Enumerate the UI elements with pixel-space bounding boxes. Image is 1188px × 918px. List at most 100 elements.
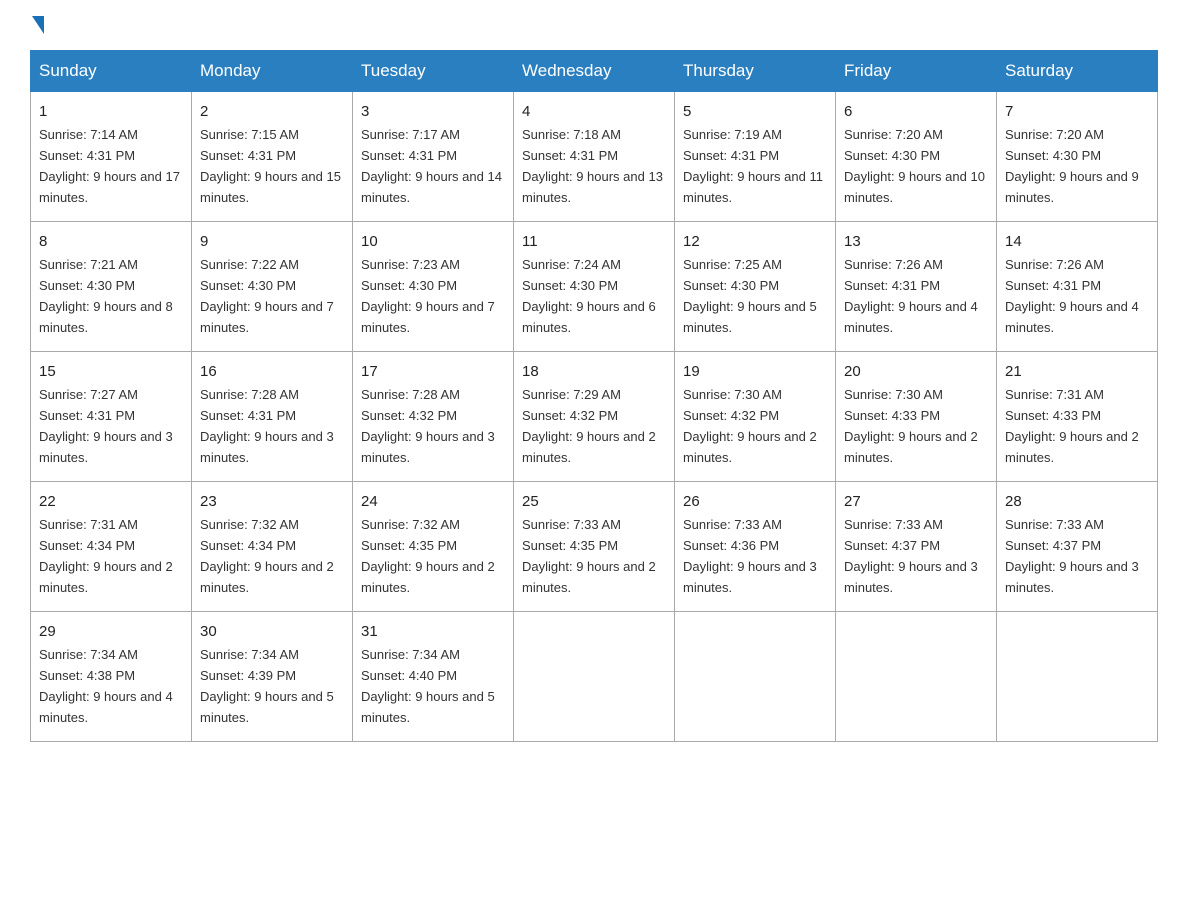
- col-header-tuesday: Tuesday: [353, 51, 514, 92]
- day-info: Sunrise: 7:30 AMSunset: 4:33 PMDaylight:…: [844, 387, 978, 465]
- day-number: 27: [844, 490, 988, 513]
- day-info: Sunrise: 7:19 AMSunset: 4:31 PMDaylight:…: [683, 127, 823, 205]
- day-number: 7: [1005, 100, 1149, 123]
- day-number: 18: [522, 360, 666, 383]
- day-info: Sunrise: 7:34 AMSunset: 4:40 PMDaylight:…: [361, 647, 495, 725]
- day-number: 19: [683, 360, 827, 383]
- calendar-cell-20: 20 Sunrise: 7:30 AMSunset: 4:33 PMDayligh…: [836, 351, 997, 481]
- calendar-cell-15: 15 Sunrise: 7:27 AMSunset: 4:31 PMDayligh…: [31, 351, 192, 481]
- day-number: 24: [361, 490, 505, 513]
- col-header-wednesday: Wednesday: [514, 51, 675, 92]
- calendar-cell-10: 10Sunrise: 7:23 AMSunset: 4:30 PMDayligh…: [353, 221, 514, 351]
- col-header-saturday: Saturday: [997, 51, 1158, 92]
- day-info: Sunrise: 7:34 AMSunset: 4:39 PMDaylight:…: [200, 647, 334, 725]
- empty-cell: [997, 611, 1158, 741]
- calendar-cell-27: 27 Sunrise: 7:33 AMSunset: 4:37 PMDayligh…: [836, 481, 997, 611]
- day-number: 15: [39, 360, 183, 383]
- calendar-cell-2: 2Sunrise: 7:15 AMSunset: 4:31 PMDaylight…: [192, 92, 353, 222]
- day-info: Sunrise: 7:33 AMSunset: 4:35 PMDaylight:…: [522, 517, 656, 595]
- calendar-cell-12: 12 Sunrise: 7:25 AMSunset: 4:30 PMDayligh…: [675, 221, 836, 351]
- day-number: 4: [522, 100, 666, 123]
- day-info: Sunrise: 7:22 AMSunset: 4:30 PMDaylight:…: [200, 257, 334, 335]
- col-header-friday: Friday: [836, 51, 997, 92]
- calendar-cell-8: 8 Sunrise: 7:21 AMSunset: 4:30 PMDaylight…: [31, 221, 192, 351]
- day-info: Sunrise: 7:26 AMSunset: 4:31 PMDaylight:…: [844, 257, 978, 335]
- empty-cell: [836, 611, 997, 741]
- day-number: 8: [39, 230, 183, 253]
- calendar-cell-24: 24 Sunrise: 7:32 AMSunset: 4:35 PMDayligh…: [353, 481, 514, 611]
- day-number: 6: [844, 100, 988, 123]
- calendar-table: SundayMondayTuesdayWednesdayThursdayFrid…: [30, 50, 1158, 742]
- calendar-cell-19: 19 Sunrise: 7:30 AMSunset: 4:32 PMDayligh…: [675, 351, 836, 481]
- day-info: Sunrise: 7:26 AMSunset: 4:31 PMDaylight:…: [1005, 257, 1139, 335]
- calendar-cell-25: 25 Sunrise: 7:33 AMSunset: 4:35 PMDayligh…: [514, 481, 675, 611]
- calendar-cell-31: 31 Sunrise: 7:34 AMSunset: 4:40 PMDayligh…: [353, 611, 514, 741]
- day-number: 5: [683, 100, 827, 123]
- calendar-cell-29: 29 Sunrise: 7:34 AMSunset: 4:38 PMDayligh…: [31, 611, 192, 741]
- day-info: Sunrise: 7:28 AMSunset: 4:31 PMDaylight:…: [200, 387, 334, 465]
- day-info: Sunrise: 7:31 AMSunset: 4:34 PMDaylight:…: [39, 517, 173, 595]
- day-info: Sunrise: 7:24 AMSunset: 4:30 PMDaylight:…: [522, 257, 656, 335]
- day-info: Sunrise: 7:18 AMSunset: 4:31 PMDaylight:…: [522, 127, 663, 205]
- day-info: Sunrise: 7:33 AMSunset: 4:37 PMDaylight:…: [1005, 517, 1139, 595]
- calendar-cell-23: 23Sunrise: 7:32 AMSunset: 4:34 PMDayligh…: [192, 481, 353, 611]
- page-header: [30, 20, 1158, 30]
- day-number: 31: [361, 620, 505, 643]
- calendar-cell-30: 30 Sunrise: 7:34 AMSunset: 4:39 PMDayligh…: [192, 611, 353, 741]
- day-number: 25: [522, 490, 666, 513]
- calendar-cell-7: 7 Sunrise: 7:20 AMSunset: 4:30 PMDaylight…: [997, 92, 1158, 222]
- day-info: Sunrise: 7:25 AMSunset: 4:30 PMDaylight:…: [683, 257, 817, 335]
- calendar-cell-3: 3 Sunrise: 7:17 AMSunset: 4:31 PMDaylight…: [353, 92, 514, 222]
- calendar-cell-14: 14 Sunrise: 7:26 AMSunset: 4:31 PMDayligh…: [997, 221, 1158, 351]
- calendar-cell-17: 17Sunrise: 7:28 AMSunset: 4:32 PMDayligh…: [353, 351, 514, 481]
- day-info: Sunrise: 7:29 AMSunset: 4:32 PMDaylight:…: [522, 387, 656, 465]
- day-info: Sunrise: 7:32 AMSunset: 4:34 PMDaylight:…: [200, 517, 334, 595]
- day-info: Sunrise: 7:20 AMSunset: 4:30 PMDaylight:…: [844, 127, 985, 205]
- day-number: 30: [200, 620, 344, 643]
- day-info: Sunrise: 7:21 AMSunset: 4:30 PMDaylight:…: [39, 257, 173, 335]
- day-number: 16: [200, 360, 344, 383]
- calendar-cell-11: 11 Sunrise: 7:24 AMSunset: 4:30 PMDayligh…: [514, 221, 675, 351]
- day-info: Sunrise: 7:20 AMSunset: 4:30 PMDaylight:…: [1005, 127, 1139, 205]
- day-info: Sunrise: 7:32 AMSunset: 4:35 PMDaylight:…: [361, 517, 495, 595]
- calendar-cell-13: 13 Sunrise: 7:26 AMSunset: 4:31 PMDayligh…: [836, 221, 997, 351]
- day-number: 1: [39, 100, 183, 123]
- day-number: 20: [844, 360, 988, 383]
- col-header-sunday: Sunday: [31, 51, 192, 92]
- day-number: 14: [1005, 230, 1149, 253]
- day-info: Sunrise: 7:34 AMSunset: 4:38 PMDaylight:…: [39, 647, 173, 725]
- empty-cell: [675, 611, 836, 741]
- calendar-cell-6: 6 Sunrise: 7:20 AMSunset: 4:30 PMDaylight…: [836, 92, 997, 222]
- day-number: 21: [1005, 360, 1149, 383]
- day-number: 13: [844, 230, 988, 253]
- calendar-cell-4: 4 Sunrise: 7:18 AMSunset: 4:31 PMDaylight…: [514, 92, 675, 222]
- calendar-cell-16: 16 Sunrise: 7:28 AMSunset: 4:31 PMDayligh…: [192, 351, 353, 481]
- day-info: Sunrise: 7:17 AMSunset: 4:31 PMDaylight:…: [361, 127, 502, 205]
- day-info: Sunrise: 7:31 AMSunset: 4:33 PMDaylight:…: [1005, 387, 1139, 465]
- day-info: Sunrise: 7:23 AMSunset: 4:30 PMDaylight:…: [361, 257, 495, 335]
- day-number: 28: [1005, 490, 1149, 513]
- day-number: 26: [683, 490, 827, 513]
- day-info: Sunrise: 7:33 AMSunset: 4:36 PMDaylight:…: [683, 517, 817, 595]
- logo: [30, 20, 44, 30]
- day-number: 9: [200, 230, 344, 253]
- day-number: 22: [39, 490, 183, 513]
- day-number: 2: [200, 100, 344, 123]
- col-header-thursday: Thursday: [675, 51, 836, 92]
- day-info: Sunrise: 7:33 AMSunset: 4:37 PMDaylight:…: [844, 517, 978, 595]
- day-info: Sunrise: 7:30 AMSunset: 4:32 PMDaylight:…: [683, 387, 817, 465]
- empty-cell: [514, 611, 675, 741]
- day-number: 3: [361, 100, 505, 123]
- day-info: Sunrise: 7:27 AMSunset: 4:31 PMDaylight:…: [39, 387, 173, 465]
- calendar-cell-28: 28 Sunrise: 7:33 AMSunset: 4:37 PMDayligh…: [997, 481, 1158, 611]
- calendar-cell-22: 22 Sunrise: 7:31 AMSunset: 4:34 PMDayligh…: [31, 481, 192, 611]
- day-number: 11: [522, 230, 666, 253]
- day-number: 29: [39, 620, 183, 643]
- logo-triangle-icon: [32, 16, 44, 34]
- calendar-cell-21: 21 Sunrise: 7:31 AMSunset: 4:33 PMDayligh…: [997, 351, 1158, 481]
- day-number: 12: [683, 230, 827, 253]
- calendar-cell-9: 9 Sunrise: 7:22 AMSunset: 4:30 PMDaylight…: [192, 221, 353, 351]
- calendar-cell-26: 26 Sunrise: 7:33 AMSunset: 4:36 PMDayligh…: [675, 481, 836, 611]
- calendar-cell-5: 5 Sunrise: 7:19 AMSunset: 4:31 PMDaylight…: [675, 92, 836, 222]
- col-header-monday: Monday: [192, 51, 353, 92]
